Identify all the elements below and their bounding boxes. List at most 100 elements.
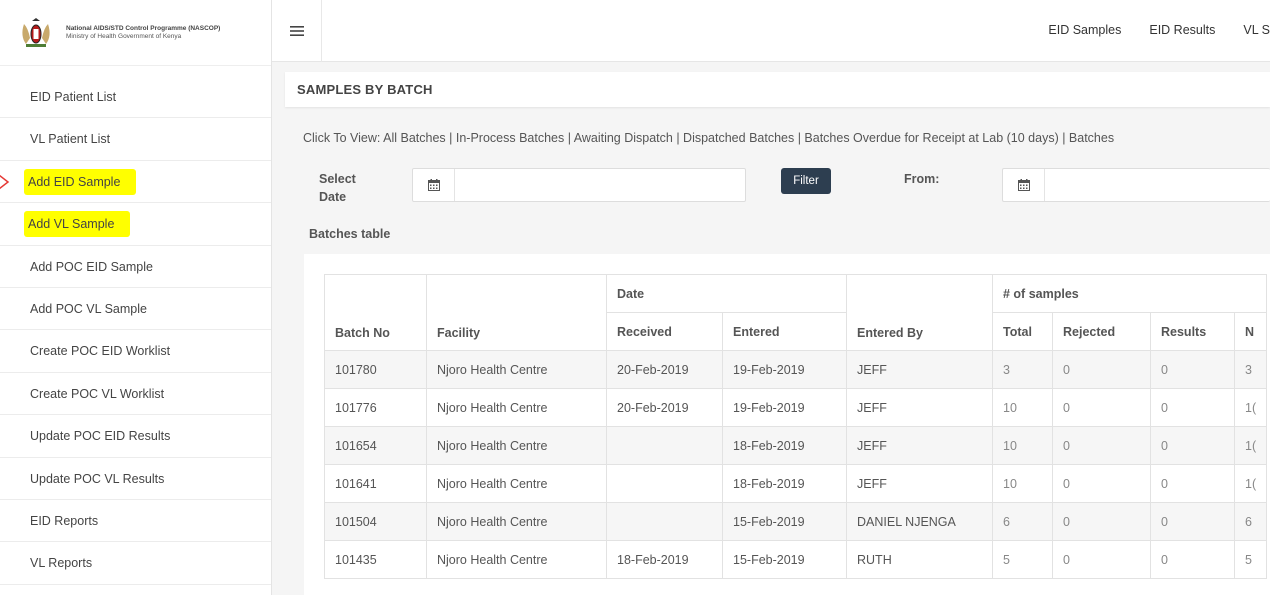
table-row[interactable]: 101654 Njoro Health Centre 18-Feb-2019 JEFF…	[324, 426, 1268, 465]
col-header-results[interactable]: Results	[1150, 312, 1235, 351]
sidebar-item-add-poc-vl-sample[interactable]: Add POC VL Sample	[0, 288, 271, 331]
cell-received: 20-Feb-2019	[606, 350, 723, 389]
cell-received: 18-Feb-2019	[606, 540, 723, 579]
cell-facility: Njoro Health Centre	[426, 350, 607, 389]
sidebar-item-label: EID Reports	[30, 513, 99, 528]
cell-batch-no: 101780	[324, 350, 427, 389]
cell-facility: Njoro Health Centre	[426, 502, 607, 541]
batches-table-card: Batch No Facility Date Entered By # of s…	[304, 254, 1270, 595]
table-row[interactable]: 101435 Njoro Health Centre 18-Feb-2019 15-F…	[324, 540, 1268, 579]
table-row[interactable]: 101504 Njoro Health Centre 15-Feb-2019 DANI…	[324, 502, 1268, 541]
table-group-header-row: Batch No Facility Date Entered By # of s…	[324, 274, 1268, 351]
sidebar-item-update-poc-eid-results[interactable]: Update POC EID Results	[0, 415, 271, 458]
app-root: National AIDS/STD Control Programme (NAS…	[0, 0, 1270, 595]
topbar: EID Samples EID Results VL S	[272, 0, 1270, 62]
cell-total: 10	[992, 426, 1053, 465]
col-header-n[interactable]: N	[1233, 312, 1268, 351]
topnav-vl-samples[interactable]: VL S	[1243, 23, 1270, 37]
kenya-coat-of-arms-logo	[22, 18, 50, 47]
sidebar-item-label: EID Patient List	[30, 90, 117, 104]
cell-total: 10	[992, 464, 1053, 503]
col-header-entered-by[interactable]: Entered By	[846, 274, 993, 351]
topnav-eid-samples[interactable]: EID Samples	[1048, 23, 1121, 37]
cell-n: 1(	[1233, 464, 1268, 503]
sidebar-item-label: Update POC EID Results	[30, 429, 171, 444]
brand-text: National AIDS/STD Control Programme (NAS…	[66, 25, 220, 41]
sidebar-item-label: Update POC VL Results	[30, 471, 165, 486]
sidebar-item-label: Add EID Sample	[24, 168, 137, 195]
sidebar-item-label: Add VL Sample	[24, 211, 131, 238]
group-header-date: Date	[606, 274, 847, 313]
col-header-entered[interactable]: Entered	[722, 312, 847, 351]
top-nav: EID Samples EID Results VL S	[1020, 23, 1270, 37]
cell-entered-by: RUTH	[846, 540, 993, 579]
filter-button[interactable]: Filter	[781, 168, 831, 194]
sidebar-item-eid-patient-list[interactable]: EID Patient List	[0, 76, 271, 119]
batches-table: Batch No Facility Date Entered By # of s…	[324, 274, 1268, 579]
cell-n: 6	[1233, 502, 1268, 541]
cell-rejected: 0	[1052, 464, 1151, 503]
cell-results: 0	[1150, 502, 1235, 541]
table-body: 101780 Njoro Health Centre 20-Feb-2019 19-F…	[324, 350, 1268, 579]
cell-rejected: 0	[1052, 426, 1151, 465]
brand: National AIDS/STD Control Programme (NAS…	[0, 0, 271, 66]
from-label: From:	[904, 172, 940, 186]
cell-batch-no: 101654	[324, 426, 427, 465]
sidebar-item-label: Create POC VL Worklist	[30, 386, 165, 401]
col-header-rejected[interactable]: Rejected	[1052, 312, 1151, 351]
cell-entered: 19-Feb-2019	[722, 388, 847, 427]
cell-results: 0	[1150, 464, 1235, 503]
select-date-field[interactable]	[412, 168, 746, 202]
from-date-field[interactable]	[1002, 168, 1270, 202]
pointer-arrow-icon	[0, 174, 10, 189]
sidebar-item-create-poc-eid-worklist[interactable]: Create POC EID Worklist	[0, 330, 271, 373]
col-header-facility[interactable]: Facility	[426, 274, 607, 351]
sidebar: National AIDS/STD Control Programme (NAS…	[0, 0, 272, 595]
cell-results: 0	[1150, 388, 1235, 427]
cell-n: 5	[1233, 540, 1268, 579]
cell-received: 20-Feb-2019	[606, 388, 723, 427]
sidebar-item-add-poc-eid-sample[interactable]: Add POC EID Sample	[0, 246, 271, 288]
hamburger-icon[interactable]	[272, 0, 322, 62]
cell-entered: 19-Feb-2019	[722, 350, 847, 389]
sidebar-item-label: VL Patient List	[30, 132, 111, 147]
cell-entered: 15-Feb-2019	[722, 540, 847, 579]
sidebar-item-eid-reports[interactable]: EID Reports	[0, 500, 271, 543]
sidebar-item-vl-patient-list[interactable]: VL Patient List	[0, 118, 271, 161]
cell-batch-no: 101776	[324, 388, 427, 427]
sidebar-item-update-poc-vl-results[interactable]: Update POC VL Results	[0, 458, 271, 500]
cell-entered-by: JEFF	[846, 464, 993, 503]
table-row[interactable]: 101641 Njoro Health Centre 18-Feb-2019 JEFF…	[324, 464, 1268, 503]
cell-rejected: 0	[1052, 350, 1151, 389]
col-header-batch-no[interactable]: Batch No	[324, 274, 427, 351]
sidebar-item-add-eid-sample[interactable]: Add EID Sample	[0, 161, 271, 204]
hamburger-icon-glyph	[289, 26, 304, 36]
sidebar-item-add-vl-sample[interactable]: Add VL Sample	[0, 203, 271, 246]
cell-total: 5	[992, 540, 1053, 579]
table-row[interactable]: 101780 Njoro Health Centre 20-Feb-2019 19-F…	[324, 350, 1268, 389]
sidebar-item-label: Add POC EID Sample	[30, 259, 153, 274]
brand-ministry: Ministry of Health Government of Kenya	[66, 33, 182, 40]
topnav-eid-results[interactable]: EID Results	[1149, 23, 1215, 37]
col-header-total[interactable]: Total	[992, 312, 1053, 351]
cell-total: 10	[992, 388, 1053, 427]
cell-entered-by: JEFF	[846, 350, 993, 389]
cell-rejected: 0	[1052, 502, 1151, 541]
cell-total: 3	[992, 350, 1053, 389]
sidebar-item-label: Add POC VL Sample	[30, 301, 147, 316]
sidebar-menu: EID Patient List VL Patient List Add EID…	[0, 76, 271, 585]
cell-facility: Njoro Health Centre	[426, 464, 607, 503]
select-date-label: Select Date	[319, 172, 356, 204]
sidebar-item-vl-reports[interactable]: VL Reports	[0, 542, 271, 585]
calendar-icon[interactable]	[413, 169, 455, 201]
cell-results: 0	[1150, 350, 1235, 389]
col-header-received[interactable]: Received	[606, 312, 723, 351]
table-row[interactable]: 101776 Njoro Health Centre 20-Feb-2019 19-F…	[324, 388, 1268, 427]
batch-view-links[interactable]: Click To View: All Batches | In-Process …	[303, 131, 1114, 145]
cell-results: 0	[1150, 426, 1235, 465]
calendar-icon[interactable]	[1003, 169, 1045, 201]
cell-total: 6	[992, 502, 1053, 541]
sidebar-item-create-poc-vl-worklist[interactable]: Create POC VL Worklist	[0, 373, 271, 416]
cell-n: 3	[1233, 350, 1268, 389]
group-header-samples: # of samples	[991, 274, 1268, 313]
